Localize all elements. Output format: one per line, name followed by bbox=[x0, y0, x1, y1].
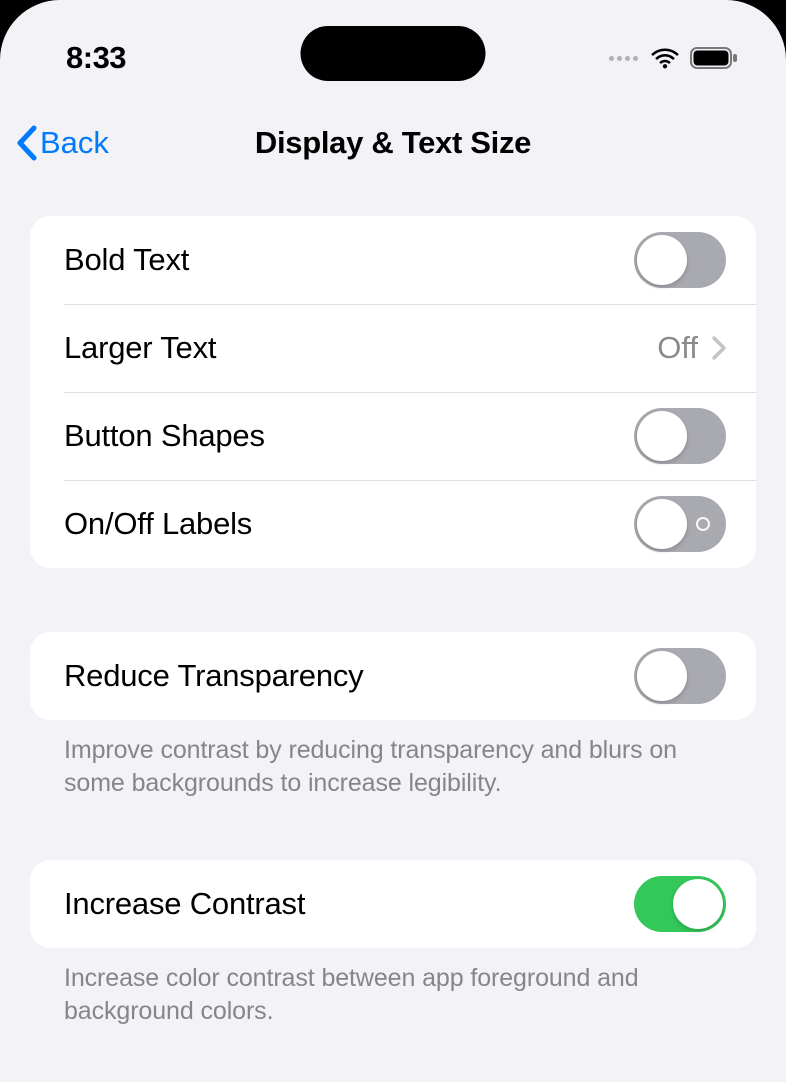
increase-contrast-label: Increase Contrast bbox=[64, 886, 305, 922]
larger-text-label: Larger Text bbox=[64, 330, 216, 366]
settings-group-contrast: Increase Contrast bbox=[30, 860, 756, 948]
button-shapes-label: Button Shapes bbox=[64, 418, 265, 454]
reduce-transparency-footer: Improve contrast by reducing transparenc… bbox=[30, 720, 756, 800]
wifi-icon bbox=[650, 47, 680, 69]
increase-contrast-toggle[interactable] bbox=[634, 876, 726, 932]
status-indicators bbox=[609, 46, 738, 70]
dynamic-island bbox=[301, 26, 486, 81]
row-button-shapes: Button Shapes bbox=[30, 392, 756, 480]
larger-text-value: Off bbox=[657, 330, 698, 366]
bold-text-label: Bold Text bbox=[64, 242, 189, 278]
status-time: 8:33 bbox=[66, 40, 126, 76]
on-off-labels-label: On/Off Labels bbox=[64, 506, 252, 542]
reduce-transparency-label: Reduce Transparency bbox=[64, 658, 363, 694]
row-increase-contrast: Increase Contrast bbox=[30, 860, 756, 948]
battery-icon bbox=[690, 46, 738, 70]
row-reduce-transparency: Reduce Transparency bbox=[30, 632, 756, 720]
back-button[interactable]: Back bbox=[16, 125, 109, 161]
row-larger-text[interactable]: Larger Text Off bbox=[30, 304, 756, 392]
reduce-transparency-toggle[interactable] bbox=[634, 648, 726, 704]
device-frame: 8:33 Back Display & Text Size Bold Text bbox=[0, 0, 786, 1082]
row-on-off-labels: On/Off Labels bbox=[30, 480, 756, 568]
bold-text-toggle[interactable] bbox=[634, 232, 726, 288]
page-title: Display & Text Size bbox=[0, 125, 786, 161]
row-bold-text: Bold Text bbox=[30, 216, 756, 304]
back-label: Back bbox=[40, 125, 109, 161]
on-off-labels-toggle[interactable] bbox=[634, 496, 726, 552]
navigation-bar: Back Display & Text Size bbox=[0, 108, 786, 178]
settings-group-text: Bold Text Larger Text Off Button Shapes bbox=[30, 216, 756, 568]
content: Bold Text Larger Text Off Button Shapes bbox=[0, 178, 786, 1028]
settings-group-transparency: Reduce Transparency bbox=[30, 632, 756, 720]
status-dots-icon bbox=[609, 56, 638, 61]
chevron-left-icon bbox=[16, 125, 38, 161]
chevron-right-icon bbox=[712, 336, 726, 360]
increase-contrast-footer: Increase color contrast between app fore… bbox=[30, 948, 756, 1028]
button-shapes-toggle[interactable] bbox=[634, 408, 726, 464]
